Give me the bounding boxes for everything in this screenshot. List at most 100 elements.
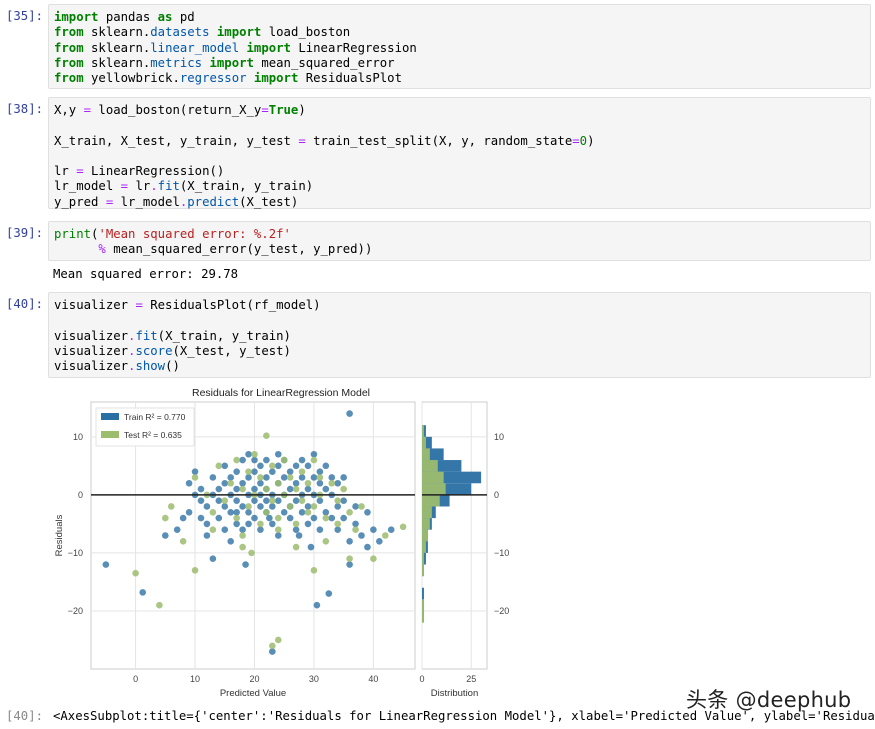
y-axis-label: Residuals — [54, 514, 65, 556]
test-histogram-bar — [422, 494, 440, 507]
train-point — [280, 474, 288, 481]
test-point — [298, 468, 306, 475]
train-point — [298, 474, 306, 481]
train-point — [292, 479, 300, 487]
train-point — [328, 514, 336, 522]
test-point — [346, 508, 353, 516]
train-point — [221, 479, 229, 487]
test-point — [239, 485, 246, 493]
code-input[interactable]: import pandas as pd from sklearn.datasets… — [48, 4, 871, 89]
train-point — [197, 514, 205, 522]
legend-label: Train R² = 0.770 — [124, 412, 186, 422]
train-point — [203, 532, 211, 539]
code-text: print('Mean squared error: %.2f' % mean_… — [54, 227, 372, 258]
test-point — [334, 520, 342, 528]
output-prompt: [40]: — [6, 709, 44, 723]
code-input[interactable]: X,y = load_boston(return_X_y=True) X_trai… — [48, 97, 871, 209]
code-line: y_pred = lr_model.predict(X_test) — [54, 195, 594, 210]
test-point — [286, 474, 294, 481]
test-point — [263, 432, 270, 439]
train-point — [257, 503, 264, 510]
code-token: = — [261, 103, 269, 117]
code-token: X_train, X_test, y_train, y_test — [54, 133, 299, 148]
code-token: 0 — [579, 133, 588, 148]
test-point — [251, 450, 258, 458]
test-point — [286, 503, 294, 510]
test-point — [245, 468, 252, 475]
train-point — [298, 508, 306, 516]
code-line: import pandas as pd — [54, 10, 417, 25]
y-tick-label: −10 — [68, 548, 83, 558]
train-point — [274, 462, 282, 470]
train-point — [292, 526, 300, 533]
test-histogram-bar — [422, 599, 424, 611]
code-token: mean_squared_error(y_test, y_pred)) — [105, 242, 373, 257]
test-point — [269, 642, 276, 650]
train-point — [334, 503, 342, 510]
train-point — [352, 503, 359, 510]
train-point — [245, 508, 252, 516]
watermark: 头条 @deephub — [686, 688, 852, 712]
code-input[interactable]: visualizer = ResidualsPlot(rf_model)visu… — [48, 292, 871, 378]
train-point — [316, 497, 324, 504]
train-point — [316, 479, 324, 487]
train-point — [203, 520, 211, 528]
train-point — [251, 497, 258, 504]
train-point — [233, 485, 240, 493]
train-point — [274, 497, 282, 504]
code-line: visualizer.show() — [54, 359, 321, 374]
code-line: lr = LinearRegression() — [54, 164, 594, 179]
train-point — [239, 479, 246, 487]
code-token: ) — [298, 103, 306, 117]
train-point — [322, 508, 330, 516]
train-point — [295, 532, 303, 539]
code-token: = — [76, 164, 84, 179]
train-point — [340, 497, 347, 504]
notebook-cell: [39]: print('Mean squared error: %.2f' % … — [0, 221, 875, 289]
test-point — [352, 526, 359, 533]
code-token: X,y — [54, 103, 84, 117]
test-point — [358, 503, 365, 510]
train-point — [376, 538, 383, 545]
train-point — [307, 543, 315, 551]
train-point — [292, 462, 300, 470]
code-token: lr_model — [113, 194, 180, 209]
train-point — [334, 526, 342, 533]
train-point — [266, 514, 273, 522]
code-token: = — [135, 298, 143, 312]
code-text: visualizer = ResidualsPlot(rf_model)visu… — [54, 298, 321, 374]
train-point — [209, 474, 217, 481]
test-point — [334, 497, 342, 504]
train-point — [280, 508, 288, 516]
code-line: from sklearn.datasets import load_boston — [54, 25, 417, 40]
code-token: print — [54, 227, 92, 241]
train-point — [227, 508, 235, 516]
code-token: linear_model — [150, 40, 240, 55]
train-point — [322, 462, 330, 470]
test-point — [248, 549, 255, 557]
train-point — [209, 555, 217, 563]
train-point — [191, 468, 199, 475]
train-point — [269, 468, 276, 475]
code-token: LinearRegression() — [83, 164, 225, 179]
code-input[interactable]: print('Mean squared error: %.2f' % mean_… — [48, 221, 871, 261]
residuals-chart-svg: 0 10 20 30 40 10 10 0 0 −10 −10 −20 −20 0 25 Residuals … — [54, 387, 509, 699]
train-point — [233, 497, 240, 504]
code-token: ResidualsPlot(rf_model) — [142, 298, 321, 312]
train-point — [316, 468, 324, 475]
train-point — [251, 468, 258, 475]
train-point — [316, 526, 324, 533]
test-histogram-bar — [422, 564, 424, 577]
test-histogram-bar — [422, 610, 424, 623]
legend-swatch — [101, 413, 119, 420]
code-token: sklearn. — [83, 40, 151, 55]
code-token: visualizer — [54, 298, 136, 312]
code-token: metrics — [150, 55, 203, 70]
train-point — [263, 474, 270, 481]
train-point — [310, 474, 318, 481]
test-histogram-bar — [422, 436, 426, 449]
train-point — [286, 485, 294, 493]
cell-output: Mean squared error: 29.78 — [53, 267, 239, 281]
